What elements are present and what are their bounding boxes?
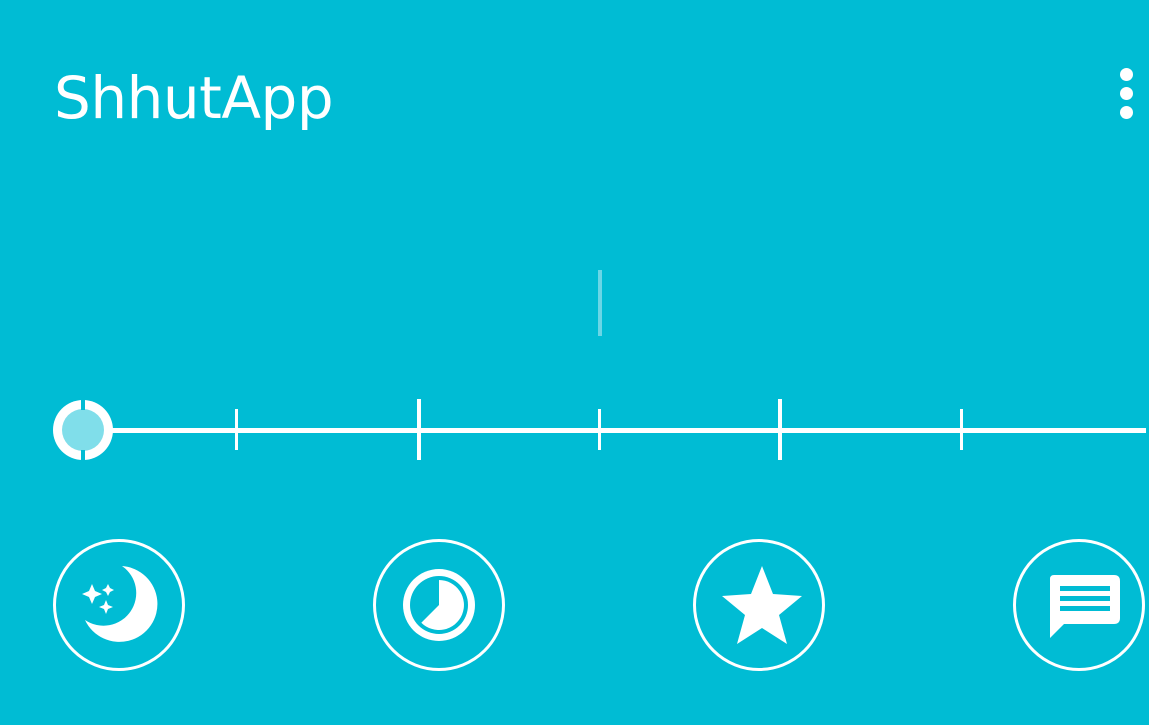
app-title: ShhutApp (54, 64, 334, 132)
star-icon (722, 566, 802, 644)
slider-tick (598, 409, 601, 450)
time-slider[interactable] (0, 380, 1149, 480)
slider-tick-major (778, 399, 782, 460)
overflow-menu-button[interactable] (1112, 64, 1142, 124)
text-cursor (598, 270, 602, 336)
favorites-button[interactable] (693, 539, 825, 671)
timer-icon (403, 569, 475, 641)
sleep-mode-button[interactable] (53, 539, 185, 671)
messages-button[interactable] (1013, 539, 1145, 671)
more-vert-icon (1120, 68, 1133, 81)
timer-button[interactable] (373, 539, 505, 671)
slider-thumb[interactable] (53, 398, 113, 462)
slider-tick-major (417, 399, 421, 460)
slider-track-graphic (53, 398, 1146, 462)
message-icon (1050, 575, 1120, 638)
moon-stars-icon (82, 566, 158, 642)
slider-tick (235, 409, 238, 450)
more-vert-dot (1120, 106, 1133, 119)
more-vert-dot (1120, 87, 1133, 100)
slider-tick (960, 409, 963, 450)
slider-track (84, 428, 1146, 433)
